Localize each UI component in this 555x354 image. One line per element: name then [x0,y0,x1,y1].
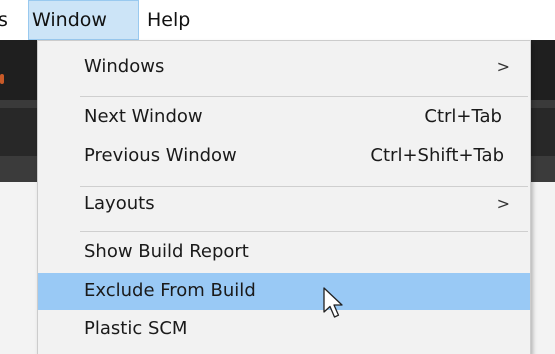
chevron-right-icon: > [496,57,510,76]
menu-item-windows[interactable]: Windows > [38,49,530,85]
menu-item-label: Previous Window [84,145,237,166]
menu-item-shortcut: Ctrl+Tab [424,106,502,127]
menu-item-previous-window[interactable]: Previous Window Ctrl+Shift+Tab [38,138,530,174]
menu-item-label: Layouts [84,193,155,214]
mouse-pointer-icon [323,287,343,318]
menu-separator [80,96,528,97]
chevron-right-icon: > [496,194,510,213]
toolbar-accent [0,74,4,84]
menu-bar: s Window Help [0,0,555,40]
menu-item-shortcut: Ctrl+Shift+Tab [370,145,504,166]
window-menu-dropdown: Windows > Next Window Ctrl+Tab Previous … [37,40,531,354]
menu-item-label: Exclude From Build [84,280,256,301]
menubar-item-previous[interactable]: s [0,0,8,40]
menu-item-next-window[interactable]: Next Window Ctrl+Tab [38,99,530,135]
menu-item-plastic-scm[interactable]: Plastic SCM [38,311,530,347]
menu-item-show-build-report[interactable]: Show Build Report [38,234,530,270]
menu-item-layouts[interactable]: Layouts > [38,186,530,222]
menu-item-label: Windows [84,56,165,77]
menu-item-label: Show Build Report [84,241,249,262]
menu-item-label: Plastic SCM [84,318,188,339]
menu-item-label: Next Window [84,106,203,127]
menubar-item-help[interactable]: Help [147,0,190,40]
menu-separator [80,231,528,232]
menubar-item-window[interactable]: Window [28,0,139,40]
menu-item-exclude-from-build[interactable]: Exclude From Build [38,273,530,310]
